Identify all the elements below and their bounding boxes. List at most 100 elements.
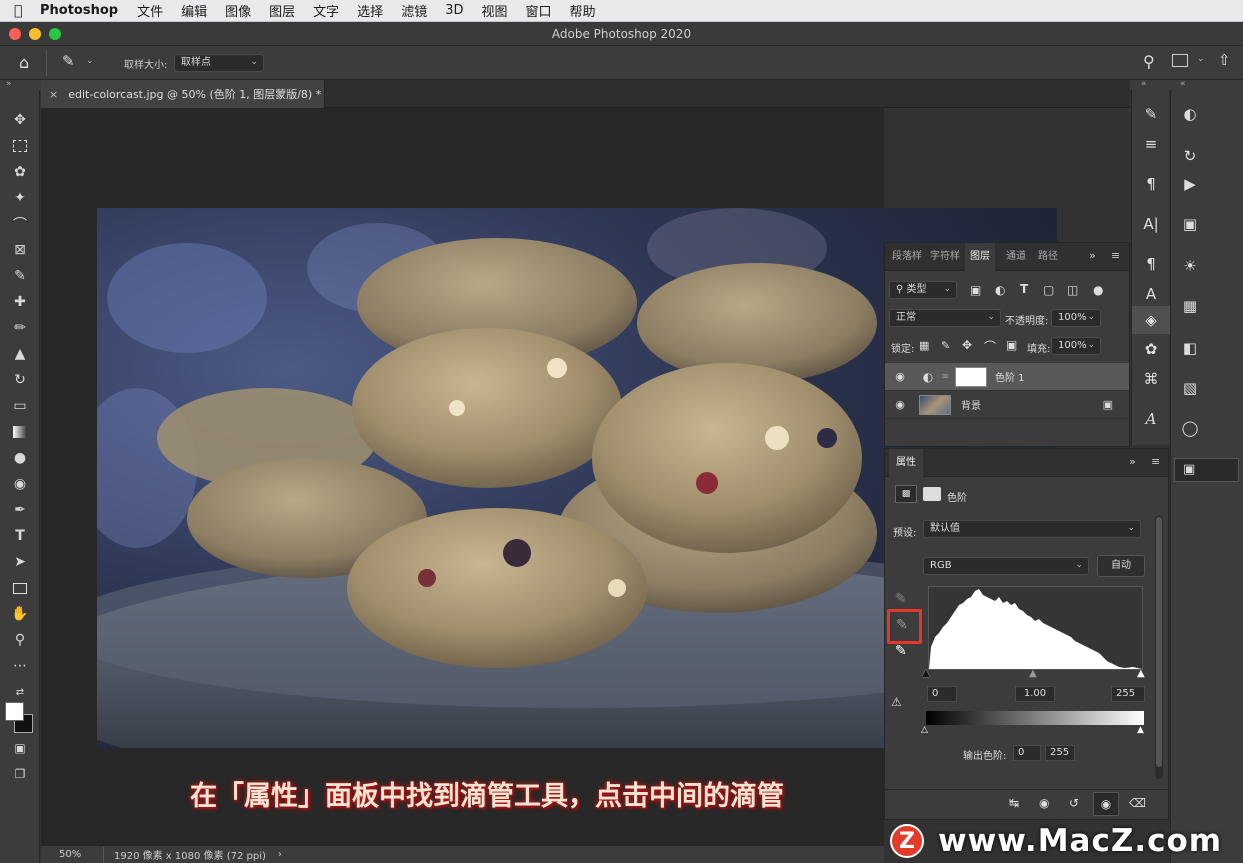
lock-position-icon[interactable]: ✥ <box>962 338 972 352</box>
zoom-level[interactable]: 50% <box>59 849 103 860</box>
blur-tool-icon[interactable]: ● <box>0 446 40 470</box>
brush-settings-icon[interactable]: ✎ <box>1132 100 1170 128</box>
share-icon[interactable]: ⇧ <box>1218 51 1231 69</box>
paragraph-icon[interactable]: ¶ <box>1132 170 1170 198</box>
layer-row-levels[interactable]: ◉ ◐ ∞ 色阶 1 <box>885 363 1129 391</box>
frame-tool-icon[interactable]: ⊠ <box>0 238 40 262</box>
collapse-icon[interactable]: » <box>1089 249 1096 262</box>
visibility-eye-icon[interactable]: ◉ <box>1093 792 1119 816</box>
clip-to-layer-icon[interactable]: ↹ <box>1009 796 1019 810</box>
document-tab[interactable]: × edit-colorcast.jpg @ 50% (色阶 1, 图层蒙版/8… <box>41 80 325 108</box>
menu-select[interactable]: 选择 <box>357 1 383 20</box>
collapse-panels-icon[interactable]: « <box>1180 79 1186 89</box>
zoom-tool-icon[interactable]: ⚲ <box>0 628 40 652</box>
marquee-tool-icon[interactable] <box>0 134 40 158</box>
lightbulb-icon[interactable]: ◯ <box>1171 414 1209 442</box>
healing-brush-tool-icon[interactable]: ✚ <box>0 290 40 314</box>
paragraph-styles-icon[interactable]: ¶ <box>1132 250 1170 278</box>
input-white-field[interactable]: 255 <box>1111 686 1145 702</box>
filter-smart-object-icon[interactable]: ◫ <box>1067 283 1078 297</box>
brush-tool-icon[interactable]: ✏ <box>0 316 40 340</box>
adjustments-icon[interactable]: ◐ <box>1171 100 1209 128</box>
lock-transparency-icon[interactable]: ▦ <box>919 339 929 352</box>
minimize-window-button[interactable] <box>29 28 41 40</box>
search-icon[interactable]: ⚲ <box>1143 52 1155 71</box>
output-black-field[interactable]: 0 <box>1013 745 1041 761</box>
menu-type[interactable]: 文字 <box>313 1 339 20</box>
input-black-field[interactable]: 0 <box>927 686 957 702</box>
opacity-field[interactable]: 100% ⌄ <box>1051 309 1101 327</box>
home-icon[interactable]: ⌂ <box>19 53 29 72</box>
character-styles-icon[interactable]: A <box>1132 280 1170 308</box>
app-menu[interactable]: Photoshop <box>40 3 118 18</box>
history-icon[interactable]: ↻ <box>1171 142 1209 170</box>
menu-view[interactable]: 视图 <box>481 1 507 20</box>
stamp-tool-icon[interactable]: ▲ <box>0 342 40 366</box>
menu-image[interactable]: 图像 <box>225 1 251 20</box>
collapse-panels-icon[interactable]: « <box>1141 79 1147 89</box>
menu-layer[interactable]: 图层 <box>269 1 295 20</box>
lock-artboard-icon[interactable]: ⌒ <box>984 338 996 355</box>
chevron-down-icon[interactable]: ⌄ <box>1197 54 1205 64</box>
path-selection-tool-icon[interactable]: ➤ <box>0 550 40 574</box>
lock-pixels-icon[interactable]: ✎ <box>941 339 950 352</box>
output-white-slider[interactable]: ▲ <box>1137 725 1144 735</box>
properties-panel-tab-icon[interactable]: ▣ <box>1174 458 1239 482</box>
filter-shape-icon[interactable]: ▢ <box>1043 283 1054 297</box>
workspace-icon[interactable] <box>1172 54 1188 67</box>
screen-mode-icon[interactable]: ❐ <box>0 762 40 786</box>
white-point-eyedropper-icon[interactable]: ✎ <box>895 643 907 659</box>
swap-colors-icon[interactable]: ⇄ <box>0 680 40 704</box>
close-icon[interactable]: × <box>49 88 58 101</box>
menu-help[interactable]: 帮助 <box>570 1 596 20</box>
reset-icon[interactable]: ↺ <box>1069 796 1079 810</box>
mask-icon[interactable] <box>923 487 941 501</box>
blend-mode-select[interactable]: 正常 ⌄ <box>889 309 1001 327</box>
move-tool-icon[interactable]: ✥ <box>0 108 40 132</box>
brushes-icon[interactable]: ≡ <box>1132 130 1170 158</box>
panel-menu-icon[interactable]: ≡ <box>1151 455 1160 468</box>
rectangle-tool-icon[interactable] <box>0 576 40 600</box>
sample-size-select[interactable]: 取样点 ⌄ <box>174 54 264 72</box>
panel-menu-icon[interactable]: ≡ <box>1111 249 1120 262</box>
table-icon[interactable]: ▦ <box>1171 292 1209 320</box>
hand-tool-icon[interactable]: ✋ <box>0 602 40 626</box>
layer-filter-select[interactable]: ⚲ 类型 ⌄ <box>889 281 957 299</box>
gradients-icon[interactable]: ◧ <box>1171 334 1209 362</box>
close-window-button[interactable] <box>9 28 21 40</box>
eyedropper-preset-icon[interactable]: ✎ <box>62 52 75 70</box>
layer-mask-thumbnail[interactable] <box>955 366 987 387</box>
libraries-icon[interactable]: ▣ <box>1171 210 1209 238</box>
menu-filter[interactable]: 滤镜 <box>401 1 427 20</box>
crop-tool-icon[interactable]: ⌒ <box>0 212 40 236</box>
tab-paths[interactable]: 路径 <box>1033 243 1063 271</box>
apple-icon[interactable]:  <box>14 3 36 19</box>
output-white-field[interactable]: 255 <box>1045 745 1075 761</box>
tab-layers[interactable]: 图层 <box>965 243 995 271</box>
chevron-right-icon[interactable]: › <box>278 849 282 860</box>
lasso-tool-icon[interactable]: ✿ <box>0 160 40 184</box>
input-gamma-slider[interactable]: ▲ <box>1029 668 1037 679</box>
menu-3d[interactable]: 3D <box>445 3 463 18</box>
lock-all-icon[interactable]: ▣ <box>1006 338 1017 352</box>
view-previous-icon[interactable]: ◉ <box>1039 796 1049 810</box>
filter-adjustment-icon[interactable]: ◐ <box>995 283 1005 297</box>
input-white-slider[interactable]: ▲ <box>1137 668 1145 679</box>
filter-pixel-icon[interactable]: ▣ <box>970 283 981 297</box>
chevron-down-icon[interactable]: ⌄ <box>86 56 94 66</box>
magic-wand-tool-icon[interactable]: ✦ <box>0 186 40 210</box>
tab-character-styles[interactable]: 字符样 <box>927 243 963 271</box>
dodge-tool-icon[interactable]: ◉ <box>0 472 40 496</box>
pen-tool-icon[interactable]: ✒ <box>0 498 40 522</box>
expand-toolbar-icon[interactable]: » <box>6 79 12 89</box>
patterns-icon[interactable]: ▧ <box>1171 374 1209 402</box>
clipping-warning-icon[interactable]: ⚠ <box>891 695 902 709</box>
swatches-palette-icon[interactable]: ☀ <box>1171 252 1209 280</box>
collapse-icon[interactable]: » <box>1129 455 1136 468</box>
eye-icon[interactable]: ◉ <box>885 398 915 411</box>
foreground-color-swatch[interactable] <box>5 702 24 721</box>
tab-channels[interactable]: 通道 <box>1001 243 1031 271</box>
tab-properties[interactable]: 属性 <box>889 449 923 477</box>
menu-window[interactable]: 窗口 <box>526 1 552 20</box>
fill-field[interactable]: 100% ⌄ <box>1051 337 1101 355</box>
